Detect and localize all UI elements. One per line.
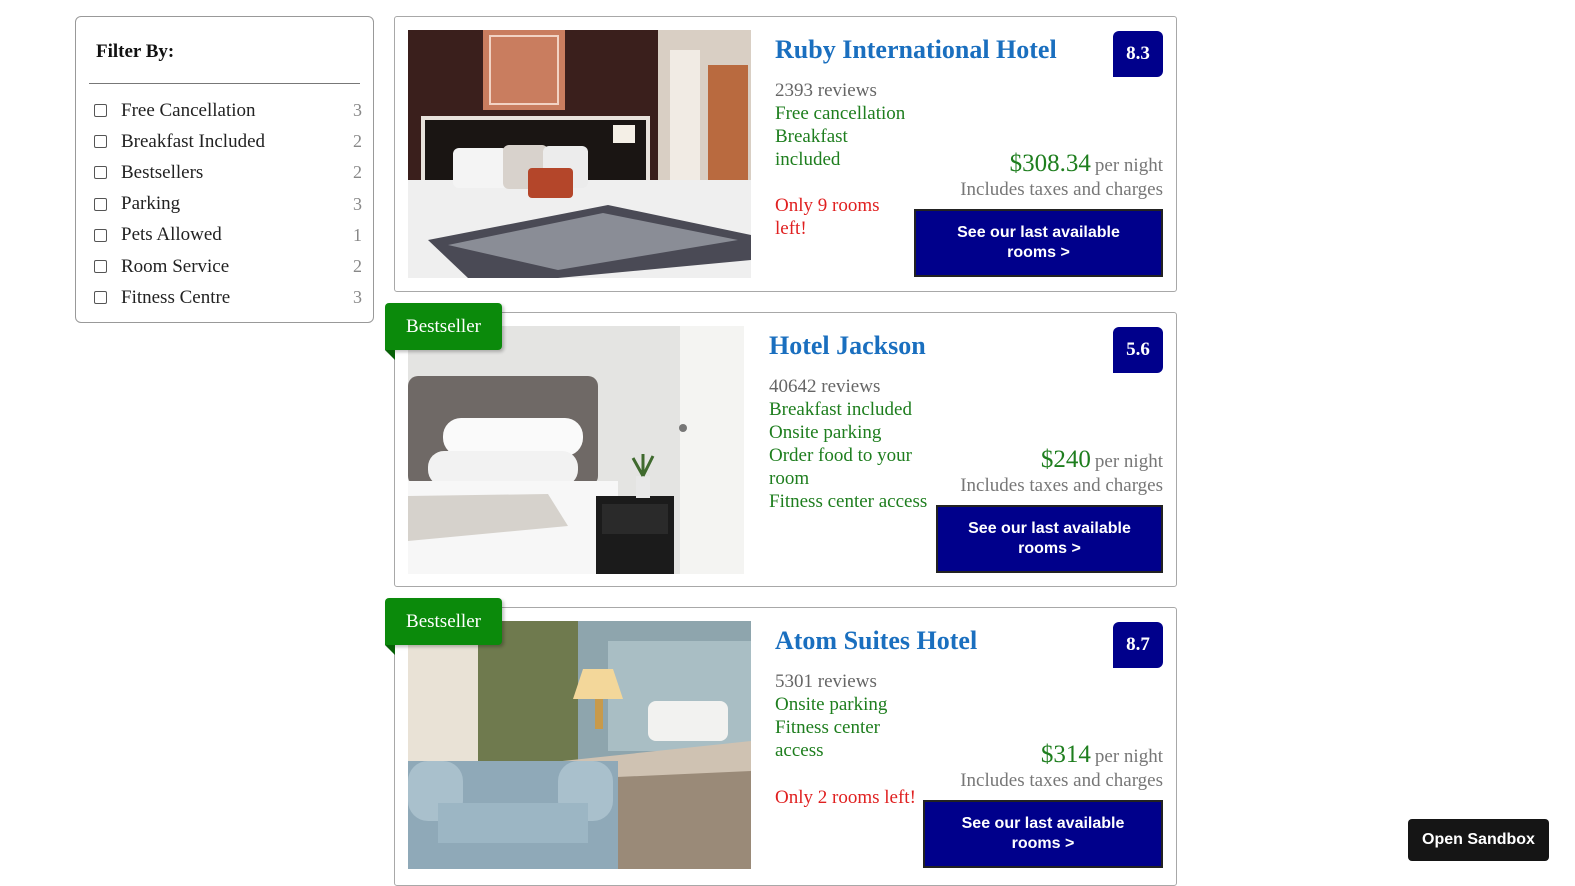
per-night-label: per night bbox=[1094, 155, 1163, 176]
filter-count: 1 bbox=[353, 224, 362, 245]
per-night-label: per night bbox=[1094, 451, 1163, 472]
button-label: rooms > bbox=[1018, 540, 1081, 557]
button-label: rooms > bbox=[1011, 835, 1075, 852]
checkbox[interactable] bbox=[94, 228, 107, 242]
rooms-left-text: Only 9 rooms bbox=[775, 195, 880, 216]
rooms-left-text: Only 2 rooms left! bbox=[775, 787, 916, 808]
rooms-left-warning: Only 9 rooms left! bbox=[775, 194, 880, 240]
feature-item: Fitness center access bbox=[769, 491, 928, 512]
feature-item: included bbox=[775, 149, 841, 170]
price-line: $314 per night bbox=[1041, 741, 1163, 769]
feature-item: access bbox=[775, 740, 824, 761]
see-rooms-button[interactable]: See our last available rooms > bbox=[923, 800, 1163, 868]
score-badge: 8.3 bbox=[1113, 31, 1163, 77]
filter-count: 2 bbox=[353, 256, 362, 277]
checkbox[interactable] bbox=[94, 197, 107, 211]
filter-option-bestsellers[interactable]: Bestsellers 2 bbox=[94, 157, 362, 188]
filter-count: 3 bbox=[353, 193, 362, 214]
price: $240 bbox=[1040, 446, 1091, 473]
button-label: rooms > bbox=[1007, 244, 1070, 261]
filter-label: Room Service bbox=[121, 255, 230, 277]
feature-item: Breakfast bbox=[775, 126, 848, 147]
feature-item: Fitness center bbox=[775, 717, 881, 738]
filter-option-pets-allowed[interactable]: Pets Allowed 1 bbox=[94, 220, 362, 251]
checkbox[interactable] bbox=[94, 166, 107, 180]
filter-label: Fitness Centre bbox=[121, 286, 231, 308]
rooms-left-text: left! bbox=[775, 218, 807, 239]
price-line: $308.34 per night bbox=[1010, 150, 1163, 178]
see-rooms-button[interactable]: See our last available rooms > bbox=[914, 209, 1163, 277]
filter-count: 3 bbox=[353, 100, 362, 121]
checkbox[interactable] bbox=[94, 291, 107, 305]
checkbox[interactable] bbox=[94, 260, 107, 274]
hotel-photo[interactable] bbox=[408, 621, 751, 869]
price-line: $240 per night bbox=[1041, 446, 1163, 474]
review-count: 5301 reviews bbox=[775, 671, 877, 692]
feature-item: Breakfast included bbox=[769, 399, 912, 420]
button-label: See our last available bbox=[968, 520, 1131, 537]
rooms-left-warning: Only 2 rooms left! bbox=[775, 786, 916, 809]
review-count: 2393 reviews bbox=[775, 80, 877, 101]
button-label: See our last available bbox=[957, 224, 1120, 241]
hotel-photo[interactable] bbox=[408, 30, 751, 278]
filter-label: Breakfast Included bbox=[121, 130, 266, 152]
feature-item: Free cancellation bbox=[775, 103, 906, 124]
filter-option-fitness-centre[interactable]: Fitness Centre 3 bbox=[94, 282, 362, 313]
taxes-note: Includes taxes and charges bbox=[960, 475, 1163, 496]
filter-label: Bestsellers bbox=[121, 161, 204, 183]
checkbox[interactable] bbox=[94, 135, 107, 149]
filter-option-breakfast-included[interactable]: Breakfast Included 2 bbox=[94, 126, 362, 157]
hotel-details: 5301 reviews Onsite parking Fitness cent… bbox=[775, 670, 887, 762]
feature-item: Onsite parking bbox=[769, 422, 882, 443]
price: $314 bbox=[1040, 741, 1091, 768]
open-sandbox-button[interactable]: Open Sandbox bbox=[1408, 819, 1549, 861]
bestseller-badge: Bestseller bbox=[385, 598, 502, 645]
button-label: See our last available bbox=[961, 815, 1125, 832]
hotel-photo[interactable] bbox=[408, 326, 744, 574]
feature-item: room bbox=[769, 468, 810, 489]
hotel-card: Hotel Jackson 5.6 40642 reviews Breakfas… bbox=[394, 312, 1177, 587]
taxes-note: Includes taxes and charges bbox=[960, 770, 1163, 791]
filter-divider bbox=[89, 83, 360, 84]
score-badge: 5.6 bbox=[1113, 327, 1163, 373]
checkbox[interactable] bbox=[94, 104, 107, 118]
per-night-label: per night bbox=[1094, 746, 1163, 767]
filter-count: 3 bbox=[353, 287, 362, 308]
filter-label: Parking bbox=[121, 193, 181, 215]
hotel-name[interactable]: Ruby International Hotel bbox=[775, 35, 1057, 65]
hotel-card: Ruby International Hotel 8.3 2393 review… bbox=[394, 16, 1177, 292]
filter-label: Pets Allowed bbox=[121, 224, 222, 246]
filter-title: Filter By: bbox=[96, 41, 175, 62]
feature-item: Order food to your bbox=[769, 445, 912, 466]
score-badge: 8.7 bbox=[1113, 622, 1163, 668]
filter-label: Free Cancellation bbox=[121, 99, 256, 121]
filter-option-room-service[interactable]: Room Service 2 bbox=[94, 251, 362, 282]
filter-count: 2 bbox=[353, 131, 362, 152]
taxes-note: Includes taxes and charges bbox=[960, 179, 1163, 200]
bestseller-badge: Bestseller bbox=[385, 303, 502, 350]
review-count: 40642 reviews bbox=[769, 376, 881, 397]
bestseller-ribbon-fold bbox=[385, 350, 395, 360]
filter-list: Free Cancellation 3 Breakfast Included 2… bbox=[94, 95, 362, 313]
hotel-card: Atom Suites Hotel 8.7 5301 reviews Onsit… bbox=[394, 607, 1177, 886]
filter-option-free-cancellation[interactable]: Free Cancellation 3 bbox=[94, 95, 362, 126]
hotel-name[interactable]: Atom Suites Hotel bbox=[775, 626, 977, 656]
hotel-details: 40642 reviews Breakfast included Onsite … bbox=[769, 375, 927, 513]
filter-count: 2 bbox=[353, 162, 362, 183]
filter-panel: Filter By: Free Cancellation 3 Breakfast… bbox=[75, 16, 374, 323]
bestseller-ribbon-fold bbox=[385, 645, 395, 655]
filter-option-parking[interactable]: Parking 3 bbox=[94, 189, 362, 220]
see-rooms-button[interactable]: See our last available rooms > bbox=[936, 505, 1163, 573]
hotel-name[interactable]: Hotel Jackson bbox=[769, 331, 926, 361]
feature-item: Onsite parking bbox=[775, 694, 888, 715]
hotel-details: 2393 reviews Free cancellation Breakfast… bbox=[775, 79, 905, 171]
price: $308.34 bbox=[1009, 150, 1091, 177]
